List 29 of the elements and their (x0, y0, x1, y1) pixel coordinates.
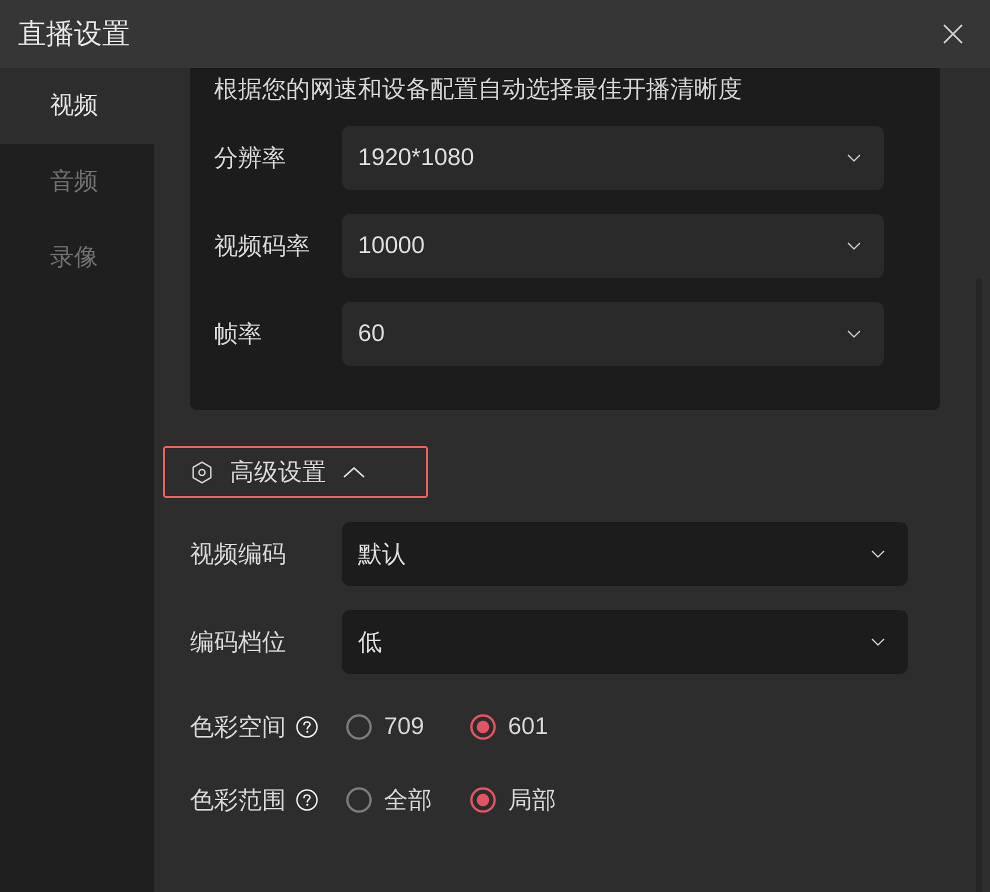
field-label: 分辨率 (214, 144, 287, 174)
field-label: 编码档位 (190, 628, 287, 658)
section-toggle[interactable]: 高级设置 (192, 449, 365, 495)
radio-option[interactable]: 局部 (470, 784, 594, 816)
dropdown[interactable]: 低 (342, 610, 908, 674)
field-label: 色彩空间 (190, 713, 286, 743)
chevron-down-icon (847, 242, 861, 250)
chevron-down-icon (871, 550, 885, 558)
field-label: 帧率 (214, 320, 263, 350)
help-icon[interactable] (296, 789, 318, 811)
radio-option[interactable]: 全部 (346, 784, 470, 816)
sidebar-tab[interactable]: 视频 (0, 68, 154, 144)
dropdown[interactable]: 默认 (342, 522, 908, 586)
help-icon[interactable] (296, 716, 318, 738)
settings-icon (192, 460, 212, 484)
chevron-down-icon (847, 330, 861, 338)
chevron-down-icon (847, 154, 861, 162)
field-label: 视频码率 (214, 232, 311, 262)
window-title: 直播设置 (18, 17, 130, 51)
radio-option[interactable]: 709 (346, 713, 470, 741)
dropdown[interactable]: 10000 (342, 214, 884, 278)
field-label: 视频编码 (190, 540, 287, 570)
close-icon[interactable] (943, 24, 963, 44)
description-text: 根据您的网速和设备配置自动选择最佳开播清晰度 (214, 75, 743, 105)
field-label: 色彩范围 (190, 786, 286, 816)
dropdown[interactable]: 60 (342, 302, 884, 366)
chevron-down-icon (871, 638, 885, 646)
dropdown[interactable]: 1920*1080 (342, 126, 884, 190)
radio-option[interactable]: 601 (470, 713, 594, 741)
